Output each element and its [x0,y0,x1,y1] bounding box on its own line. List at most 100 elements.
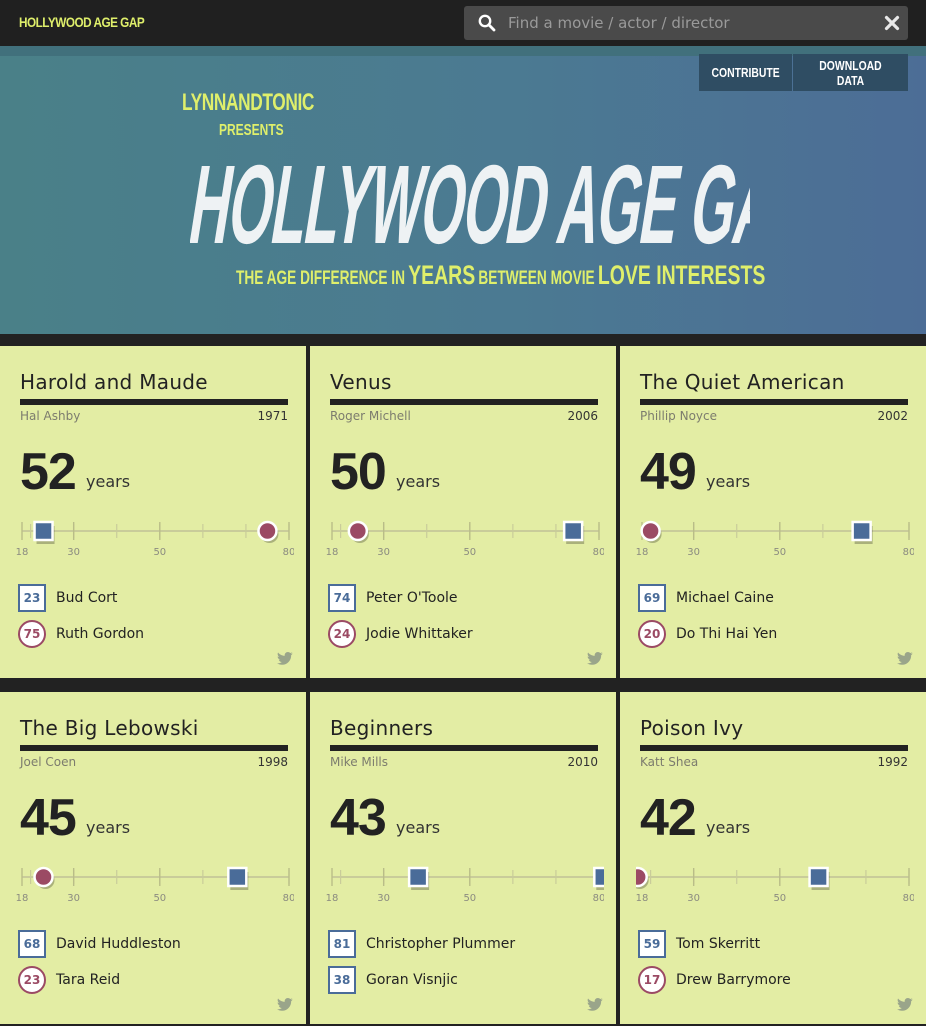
scale-tick-label: 18 [636,547,648,558]
scale-tick-label: 30 [377,547,390,558]
male-age-marker [593,866,604,888]
person-2-name[interactable]: Tara Reid [56,972,120,988]
twitter-icon[interactable] [586,998,604,1012]
download-data-button[interactable]: DOWNLOAD DATA [793,54,908,91]
scale-tick-label: 30 [67,893,80,904]
person-2-age-badge: 24 [328,620,356,648]
person-1-age-badge: 69 [638,584,666,612]
person-2-name[interactable]: Do Thi Hai Yen [676,626,777,642]
director[interactable]: Joel Coen [20,755,76,769]
movie-card[interactable]: The Big Lebowski Joel Coen 1998 45 years… [0,692,306,1024]
presents-label: PRESENTS [219,122,284,139]
scale-tick-label: 80 [593,893,604,904]
director[interactable]: Roger Michell [330,409,411,423]
movie-card[interactable]: Beginners Mike Mills 2010 43 years 18 30 5… [310,692,616,1024]
scale-tick-label: 80 [903,547,914,558]
scale-tick-label: 18 [326,547,338,558]
tagline-part-3: BETWEEN MOVIE [478,268,595,289]
site-brand[interactable]: HOLLYWOOD AGE GAP [19,14,145,30]
female-age-marker [347,520,369,542]
age-scale: 18 30 50 80 [636,520,914,558]
scale-tick-label: 50 [773,547,786,558]
movie-card[interactable]: Harold and Maude Hal Ashby 1971 52 years… [0,346,306,678]
person-2-name[interactable]: Ruth Gordon [56,626,144,642]
person-1-age-badge: 74 [328,584,356,612]
release-year: 1998 [257,755,288,769]
person-1-age-badge: 59 [638,930,666,958]
search-input[interactable] [508,6,868,40]
scale-tick-label: 80 [283,547,294,558]
twitter-icon[interactable] [276,998,294,1012]
age-gap-unit: years [706,818,751,837]
person-1-age-badge: 23 [18,584,46,612]
person-1-name[interactable]: David Huddleston [56,936,181,952]
scale-tick-label: 18 [636,893,648,904]
person-1-name[interactable]: Michael Caine [676,590,774,606]
person-1-name[interactable]: Tom Skerritt [676,936,760,952]
close-icon[interactable] [884,15,900,31]
scale-tick-label: 50 [463,547,476,558]
contribute-button[interactable]: CONTRIBUTE [699,54,792,91]
movie-card[interactable]: Venus Roger Michell 2006 50 years 18 30 50… [310,346,616,678]
movie-card[interactable]: Poison Ivy Katt Shea 1992 42 years 18 30 5… [620,692,926,1024]
tagline-part-1: THE AGE DIFFERENCE IN [236,268,405,289]
scale-tick-label: 80 [903,893,914,904]
person-2-age-badge: 38 [328,966,356,994]
scale-tick-label: 30 [67,547,80,558]
director[interactable]: Mike Mills [330,755,388,769]
tagline-years: YEARS [408,260,476,290]
age-gap-unit: years [706,472,751,491]
twitter-icon[interactable] [276,652,294,666]
person-1-name[interactable]: Christopher Plummer [366,936,515,952]
person-1-age-badge: 81 [328,930,356,958]
scale-tick-label: 50 [773,893,786,904]
male-age-marker [851,520,872,542]
male-age-marker [562,520,584,542]
twitter-icon[interactable] [896,998,914,1012]
male-age-marker [33,520,54,542]
movie-title[interactable]: Venus [330,370,392,394]
release-year: 1992 [877,755,908,769]
person-1-name[interactable]: Bud Cort [56,590,117,606]
person-2-name[interactable]: Jodie Whittaker [366,626,473,642]
scale-tick-label: 50 [153,547,166,558]
movie-title[interactable]: The Quiet American [640,370,845,394]
age-gap-value: 42 [640,789,697,847]
movie-title[interactable]: Beginners [330,716,433,740]
age-gap-value: 50 [330,443,387,501]
age-scale: 18 30 50 80 [636,866,914,904]
director[interactable]: Hal Ashby [20,409,80,423]
age-scale: 18 30 50 80 [16,520,294,558]
director[interactable]: Katt Shea [640,755,698,769]
title-underline [330,745,598,751]
search-box[interactable] [464,6,908,40]
download-data-label: DOWNLOAD DATA [819,57,882,88]
scale-tick-label: 30 [687,893,700,904]
age-gap-value: 52 [20,443,77,501]
release-year: 1971 [257,409,288,423]
contribute-label: CONTRIBUTE [711,65,780,80]
person-2-name[interactable]: Drew Barrymore [676,972,791,988]
age-gap-value: 49 [640,443,697,501]
twitter-icon[interactable] [586,652,604,666]
title-underline [330,399,598,405]
twitter-icon[interactable] [896,652,914,666]
male-age-marker [227,866,248,888]
release-year: 2006 [567,409,598,423]
movie-grid: Harold and Maude Hal Ashby 1971 52 years… [0,334,926,1026]
scale-tick-label: 18 [326,893,338,904]
age-gap-value: 43 [330,789,387,847]
person-1-name[interactable]: Peter O'Toole [366,590,458,606]
movie-title[interactable]: The Big Lebowski [20,716,199,740]
hero-title-text: HOLLYWOOD AGE GAP [190,142,750,256]
title-underline [20,745,288,751]
movie-title[interactable]: Harold and Maude [20,370,208,394]
person-2-name[interactable]: Goran Visnjic [366,972,458,988]
scale-tick-label: 30 [377,893,390,904]
scale-tick-label: 80 [283,893,294,904]
hero-banner: CONTRIBUTE DOWNLOAD DATA LYNNANDTONIC PR… [0,46,926,334]
director[interactable]: Phillip Noyce [640,409,717,423]
male-age-marker [808,866,829,888]
movie-title[interactable]: Poison Ivy [640,716,743,740]
movie-card[interactable]: The Quiet American Phillip Noyce 2002 49… [620,346,926,678]
